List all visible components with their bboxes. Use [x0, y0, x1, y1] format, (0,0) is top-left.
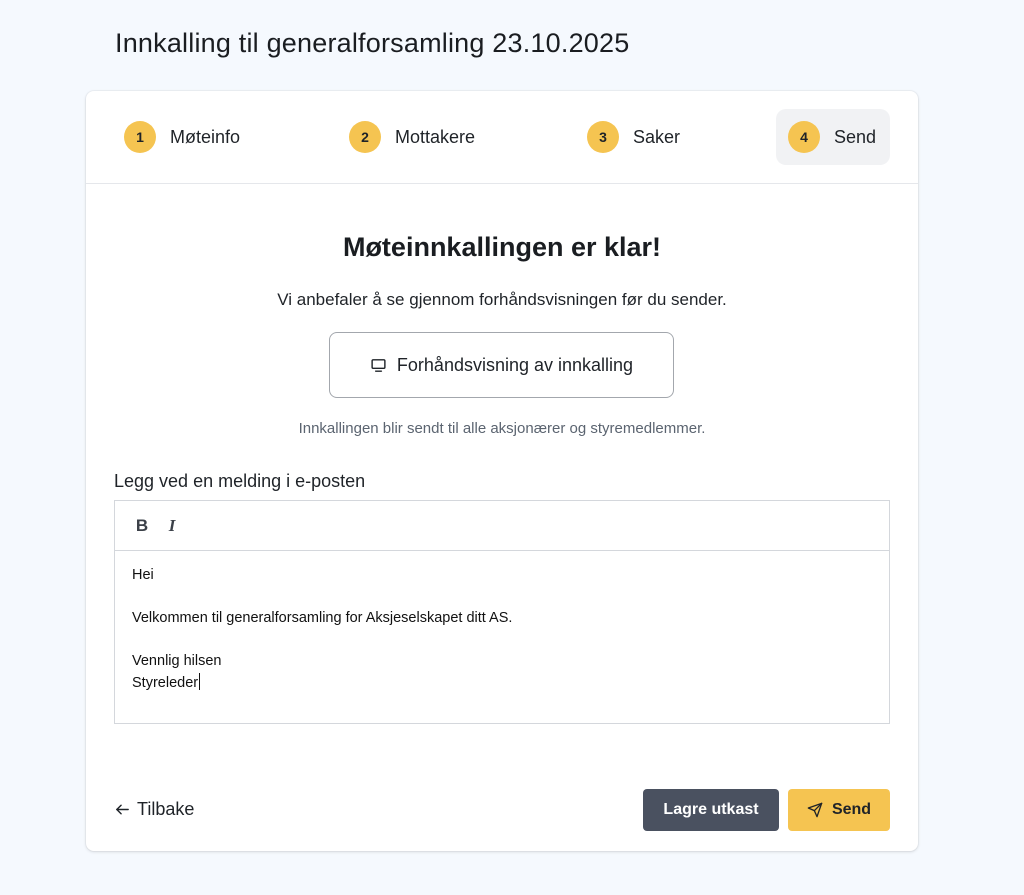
- preview-button-label: Forhåndsvisning av innkalling: [396, 354, 634, 375]
- message-line: [132, 587, 872, 609]
- stepper: 1 Møteinfo 2 Mottakere 3 Saker 4 Send: [86, 91, 918, 184]
- message-line: Hei: [132, 567, 154, 583]
- message-line: [132, 630, 872, 652]
- recipients-note: Innkallingen blir sendt til alle aksjonæ…: [298, 420, 706, 437]
- send-button-label: Send: [831, 801, 872, 818]
- step-number: 2: [349, 121, 381, 153]
- step-moteinfo[interactable]: 1 Møteinfo: [112, 109, 252, 165]
- step-label: Send: [834, 126, 877, 147]
- step-number: 3: [587, 121, 619, 153]
- italic-button[interactable]: I: [159, 513, 185, 539]
- bold-button[interactable]: B: [129, 513, 155, 539]
- paper-plane-icon: [807, 802, 823, 818]
- editor-toolbar: B I: [115, 501, 889, 551]
- step-label: Saker: [633, 126, 681, 147]
- message-line: Styreleder: [132, 674, 199, 691]
- save-draft-button[interactable]: Lagre utkast: [643, 789, 779, 831]
- ready-subheading: Vi anbefaler å se gjennom forhåndsvisnin…: [277, 290, 727, 309]
- step-number: 1: [124, 121, 156, 153]
- step-send[interactable]: 4 Send: [776, 109, 890, 165]
- step-mottakere[interactable]: 2 Mottakere: [337, 109, 487, 165]
- step-label: Møteinfo: [170, 126, 241, 147]
- back-label: Tilbake: [137, 799, 195, 819]
- message-textarea[interactable]: Hei Velkommen til generalforsamling for …: [115, 551, 889, 708]
- back-button[interactable]: Tilbake: [114, 799, 194, 820]
- message-last-line: Styreleder: [132, 672, 872, 695]
- message-label: Legg ved en melding i e-posten: [114, 471, 366, 491]
- monitor-icon: [371, 358, 386, 372]
- step-label: Mottakere: [395, 126, 476, 147]
- text-caret: [199, 672, 201, 690]
- message-line: Vennlig hilsen: [132, 653, 222, 669]
- step-number: 4: [788, 121, 820, 153]
- arrow-left-icon: [116, 804, 129, 815]
- send-button[interactable]: Send: [788, 789, 890, 831]
- message-line: Velkommen til generalforsamling for Aksj…: [132, 610, 513, 626]
- step-saker[interactable]: 3 Saker: [575, 109, 692, 165]
- preview-button[interactable]: Forhåndsvisning av innkalling: [329, 332, 674, 398]
- message-editor: B I Hei Velkommen til generalforsamling …: [114, 500, 890, 724]
- wizard-card: 1 Møteinfo 2 Mottakere 3 Saker 4 Send Mø…: [86, 91, 918, 851]
- ready-heading: Møteinnkallingen er klar!: [342, 232, 662, 262]
- page-title: Innkalling til generalforsamling 23.10.2…: [115, 28, 630, 58]
